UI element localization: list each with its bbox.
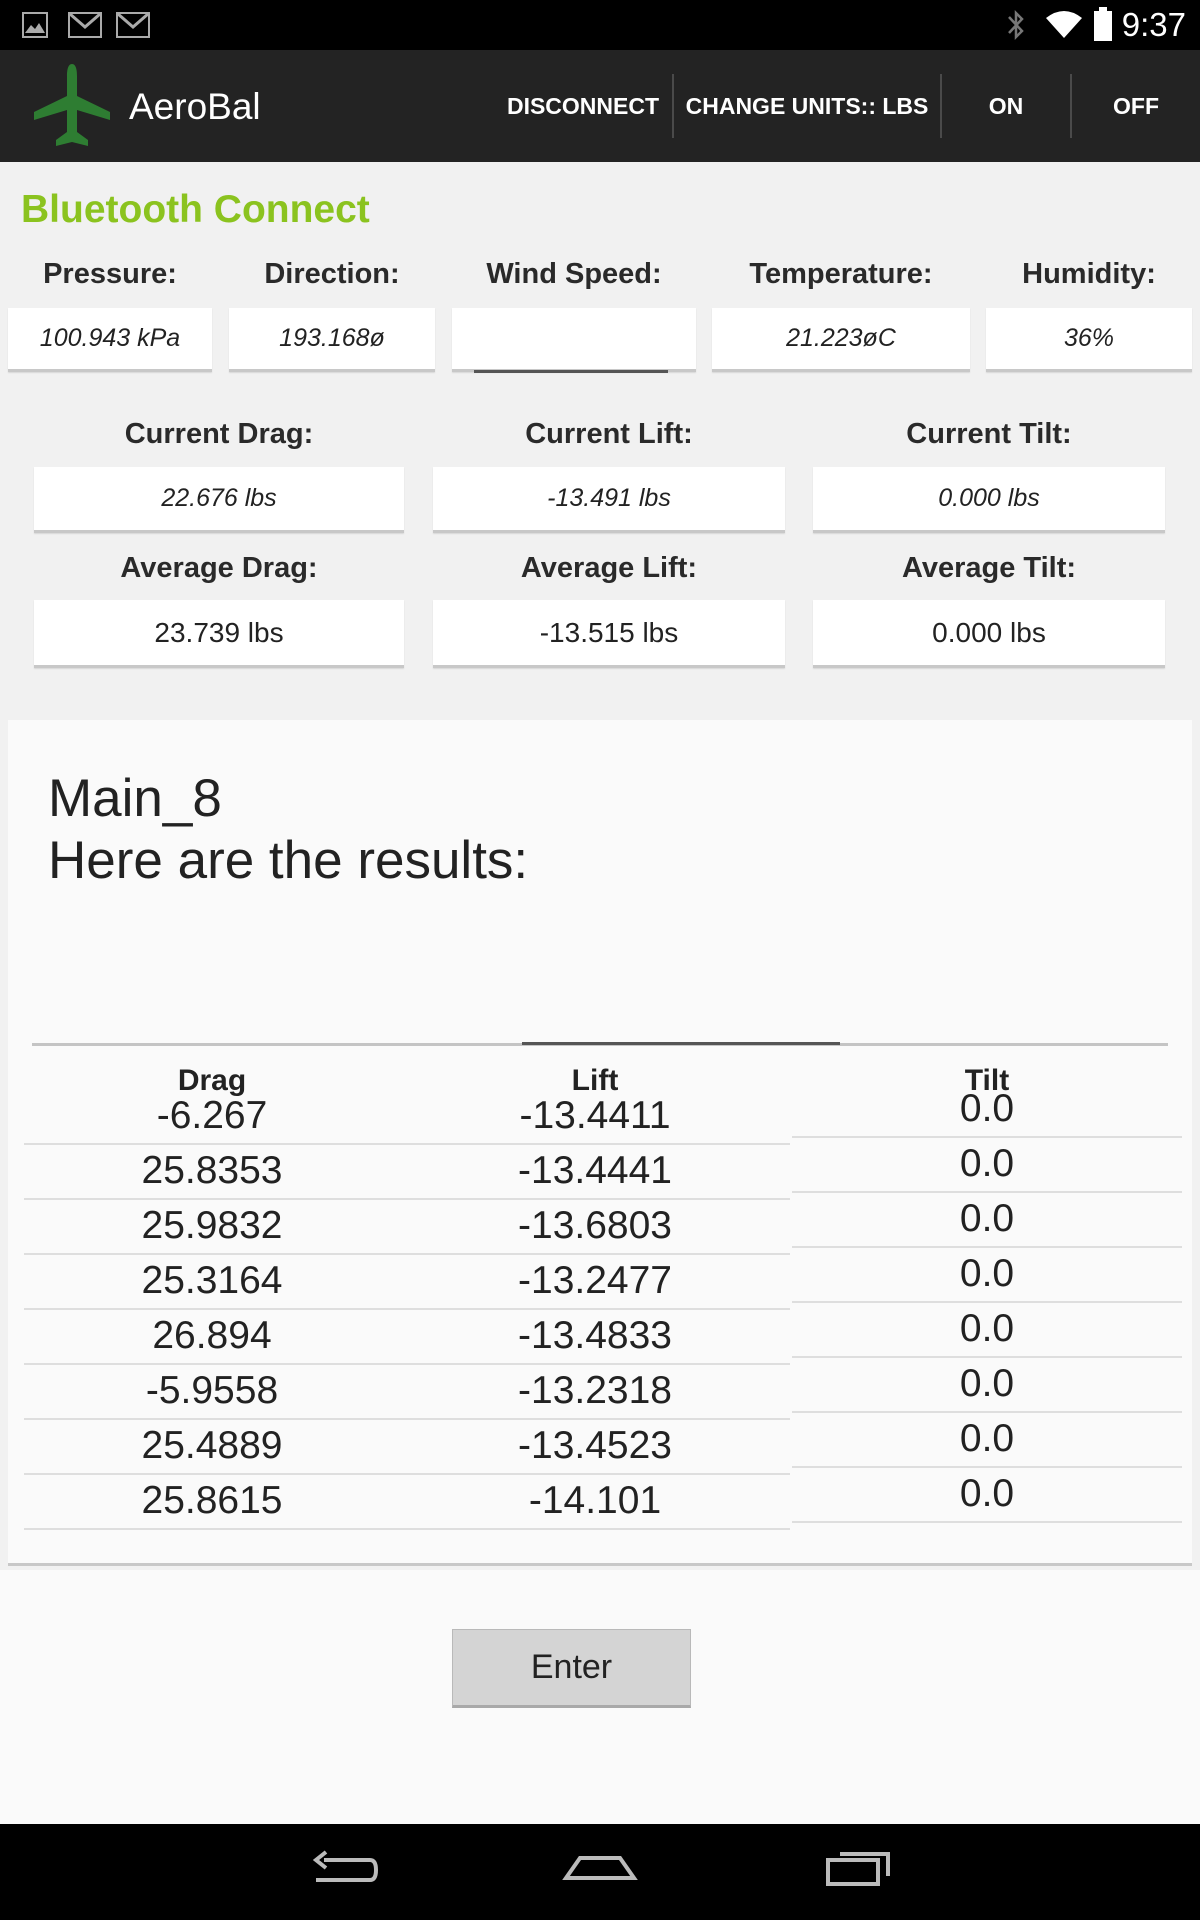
battery-icon xyxy=(1094,7,1112,41)
lift-value: -13.4523 xyxy=(518,1424,672,1467)
tilt-value: 0.0 xyxy=(792,1083,1182,1138)
table-row: 25.4889 -13.4523 xyxy=(24,1420,790,1475)
table-row: 25.8615 -14.101 xyxy=(24,1475,790,1530)
home-icon[interactable] xyxy=(560,1844,640,1900)
wind-speed-field[interactable] xyxy=(452,308,696,372)
tilt-value: 0.0 xyxy=(792,1138,1182,1193)
lift-value: -13.4441 xyxy=(518,1149,672,1192)
results-input-focus-line xyxy=(522,1042,840,1045)
lift-value: -14.101 xyxy=(528,1479,662,1522)
status-time: 9:37 xyxy=(1121,6,1186,43)
direction-label: Direction: xyxy=(264,258,400,290)
table-row: -5.9558 -13.2318 xyxy=(24,1365,790,1420)
average-tilt-label: Average Tilt: xyxy=(901,552,1077,584)
current-tilt-field: 0.000 lbs xyxy=(813,467,1165,533)
gmail-icon xyxy=(68,12,102,38)
recents-icon[interactable] xyxy=(822,1844,896,1900)
disconnect-button[interactable]: DISCONNECT xyxy=(500,50,666,162)
direction-field[interactable]: 193.168ø xyxy=(229,308,435,372)
bluetooth-icon xyxy=(1008,9,1024,41)
results-heading[interactable]: Main_8 Here are the results: xyxy=(48,768,528,892)
tilt-value: 0.0 xyxy=(792,1358,1182,1413)
current-lift-field: -13.491 lbs xyxy=(433,467,785,533)
wifi-icon xyxy=(1046,11,1082,38)
app-title: AeroBal xyxy=(129,86,261,127)
drag-value: 25.3164 xyxy=(141,1259,283,1302)
drag-value: 26.894 xyxy=(152,1314,272,1357)
current-lift-label: Current Lift: xyxy=(525,418,693,450)
results-panel: Main_8 Here are the results: Drag Lift T… xyxy=(8,720,1192,1566)
drag-value: 25.8615 xyxy=(141,1479,283,1522)
lift-value: -13.2477 xyxy=(518,1259,672,1302)
results-run-name: Main_8 xyxy=(48,769,222,828)
tilt-value: 0.0 xyxy=(792,1413,1182,1468)
results-subtitle: Here are the results: xyxy=(48,831,529,890)
status-bar: 9:37 xyxy=(0,0,1200,50)
tilt-value: 0.0 xyxy=(792,1468,1182,1523)
off-button[interactable]: OFF xyxy=(1076,50,1196,162)
image-icon xyxy=(22,12,48,38)
temperature-label: Temperature: xyxy=(749,258,933,290)
wind-speed-focus-line xyxy=(474,370,668,373)
action-divider xyxy=(1070,74,1072,138)
average-tilt-field: 0.000 lbs xyxy=(813,600,1165,668)
pressure-label: Pressure: xyxy=(43,258,177,290)
action-bar: AeroBal DISCONNECT CHANGE UNITS:: LBS ON… xyxy=(0,50,1200,162)
tilt-value: 0.0 xyxy=(792,1303,1182,1358)
lift-value: -13.6803 xyxy=(518,1204,672,1247)
table-row: 25.3164 -13.2477 xyxy=(24,1255,790,1310)
humidity-field[interactable]: 36% xyxy=(986,308,1192,372)
drag-value: -6.267 xyxy=(156,1094,268,1137)
humidity-label: Humidity: xyxy=(1022,258,1156,290)
table-row: -6.267 -13.4411 xyxy=(24,1090,790,1145)
pressure-field[interactable]: 100.943 kPa xyxy=(8,308,212,372)
on-button[interactable]: ON xyxy=(946,50,1066,162)
gmail-icon xyxy=(116,12,150,38)
action-divider xyxy=(940,74,942,138)
enter-button[interactable]: Enter xyxy=(452,1629,691,1708)
airplane-icon xyxy=(34,64,110,146)
lift-value: -13.4833 xyxy=(518,1314,672,1357)
tilt-value: 0.0 xyxy=(792,1193,1182,1248)
average-lift-field: -13.515 lbs xyxy=(433,600,785,668)
average-lift-label: Average Lift: xyxy=(520,552,698,584)
action-divider xyxy=(672,74,674,138)
current-drag-label: Current Drag: xyxy=(124,418,314,450)
bluetooth-connect-title[interactable]: Bluetooth Connect xyxy=(21,188,370,232)
table-row: 25.9832 -13.6803 xyxy=(24,1200,790,1255)
wind-speed-label: Wind Speed: xyxy=(486,258,662,290)
current-drag-field: 22.676 lbs xyxy=(34,467,404,533)
drag-value: -5.9558 xyxy=(145,1369,279,1412)
temperature-field[interactable]: 21.223øC xyxy=(712,308,970,372)
back-icon[interactable] xyxy=(306,1844,380,1900)
drag-value: 25.8353 xyxy=(141,1149,283,1192)
navigation-bar xyxy=(0,1824,1200,1920)
table-row: 25.8353 -13.4441 xyxy=(24,1145,790,1200)
average-drag-field: 23.739 lbs xyxy=(34,600,404,668)
drag-value: 25.4889 xyxy=(141,1424,283,1467)
table-row: 26.894 -13.4833 xyxy=(24,1310,790,1365)
change-units-button[interactable]: CHANGE UNITS:: LBS xyxy=(678,50,936,162)
current-tilt-label: Current Tilt: xyxy=(906,418,1072,450)
tilt-value: 0.0 xyxy=(792,1248,1182,1303)
lift-value: -13.4411 xyxy=(519,1094,671,1137)
lift-value: -13.2318 xyxy=(518,1369,672,1412)
drag-value: 25.9832 xyxy=(141,1204,283,1247)
average-drag-label: Average Drag: xyxy=(120,552,318,584)
